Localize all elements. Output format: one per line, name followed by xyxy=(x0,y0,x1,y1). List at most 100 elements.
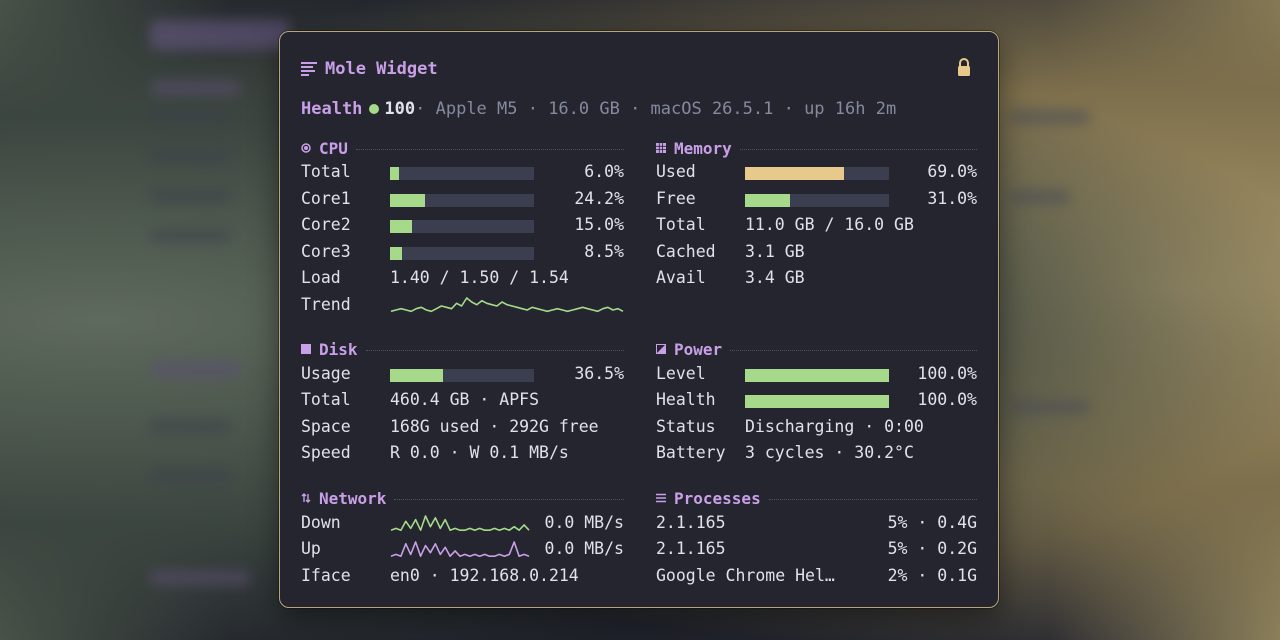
list-icon xyxy=(656,493,666,503)
network-section-header: Network xyxy=(301,488,624,508)
memory-section-header: Memory xyxy=(656,138,977,158)
row-label: Core1 xyxy=(301,189,351,208)
process-stats: 5% · 0.4G xyxy=(887,513,977,532)
sparkline-path xyxy=(390,515,530,532)
divider xyxy=(394,498,624,500)
system-info: · Apple M5 · 16.0 GB · macOS 26.5.1 · up… xyxy=(415,99,897,119)
memory-free-bar xyxy=(745,194,889,207)
health-score: 100 xyxy=(384,99,416,119)
memory-row-free: Free 31.0% xyxy=(656,189,977,211)
cpu-row-core2: Core2 15.0% xyxy=(301,215,624,237)
row-label: Speed xyxy=(301,443,351,462)
network-row-iface: Iface en0 · 192.168.0.214 xyxy=(301,566,624,588)
power-row-health: Health 100.0% xyxy=(656,390,977,412)
divider xyxy=(365,349,624,351)
row-value: 8.5% xyxy=(584,242,624,261)
disk-row-space: Space 168G used · 292G free xyxy=(301,417,624,439)
network-up-sparkline xyxy=(390,541,530,558)
row-label: Space xyxy=(301,417,351,436)
row-value: 3 cycles · 30.2°C xyxy=(745,443,914,462)
row-label: Free xyxy=(656,189,696,208)
processes-title: Processes xyxy=(674,488,761,508)
power-section-header: Power xyxy=(656,339,977,359)
row-value: 168G used · 292G free xyxy=(390,417,599,436)
row-value: 15.0% xyxy=(574,215,624,234)
row-label: Usage xyxy=(301,364,351,383)
row-label: Status xyxy=(656,417,716,436)
row-label: Total xyxy=(301,162,351,181)
process-row[interactable]: 2.1.165 5% · 0.2G xyxy=(656,539,977,561)
row-label: Iface xyxy=(301,566,351,585)
row-label: Trend xyxy=(301,295,351,314)
power-icon xyxy=(656,344,666,354)
row-value: 24.2% xyxy=(574,189,624,208)
row-value: 1.40 / 1.50 / 1.54 xyxy=(390,268,569,287)
memory-row-total: Total 11.0 GB / 16.0 GB xyxy=(656,215,977,237)
cpu-row-total: Total 6.0% xyxy=(301,162,624,184)
power-title: Power xyxy=(674,339,723,359)
process-stats: 5% · 0.2G xyxy=(887,539,977,558)
process-name: Google Chrome Hel… xyxy=(656,566,835,585)
widget-title: Mole Widget xyxy=(301,59,438,79)
row-value: 36.5% xyxy=(574,364,624,383)
cpu-icon xyxy=(301,143,311,153)
cpu-row-core1: Core1 24.2% xyxy=(301,189,624,211)
memory-row-cached: Cached 3.1 GB xyxy=(656,242,977,264)
row-label: Down xyxy=(301,513,341,532)
cpu-title: CPU xyxy=(319,138,348,158)
row-value: 69.0% xyxy=(927,162,977,181)
row-label: Up xyxy=(301,539,321,558)
cpu-row-load: Load 1.40 / 1.50 / 1.54 xyxy=(301,268,624,290)
disk-row-total: Total 460.4 GB · APFS xyxy=(301,390,624,412)
processes-section-header: Processes xyxy=(656,488,977,508)
health-status-dot xyxy=(369,104,380,114)
memory-row-used: Used 69.0% xyxy=(656,162,977,184)
network-row-down: Down 0.0 MB/s xyxy=(301,513,624,535)
lock-icon[interactable] xyxy=(956,57,972,77)
row-value: Discharging · 0:00 xyxy=(745,417,924,436)
disk-row-usage: Usage 36.5% xyxy=(301,364,624,386)
cpu-trend-sparkline xyxy=(390,297,624,313)
disk-title: Disk xyxy=(319,339,358,359)
row-value: 100.0% xyxy=(917,364,977,383)
row-label: Core3 xyxy=(301,242,351,261)
power-level-bar xyxy=(745,369,889,382)
row-label: Core2 xyxy=(301,215,351,234)
power-health-bar xyxy=(745,395,889,408)
network-down-sparkline xyxy=(390,515,530,532)
widget-title-text: Mole Widget xyxy=(325,59,438,79)
row-value: 3.4 GB xyxy=(745,268,805,287)
process-row[interactable]: 2.1.165 5% · 0.4G xyxy=(656,513,977,535)
process-row[interactable]: Google Chrome Hel… 2% · 0.1G xyxy=(656,566,977,588)
divider xyxy=(730,349,977,351)
memory-title: Memory xyxy=(674,138,732,158)
process-name: 2.1.165 xyxy=(656,539,726,558)
row-label: Battery xyxy=(656,443,726,462)
sparkline-path xyxy=(390,541,530,558)
power-row-level: Level 100.0% xyxy=(656,364,977,386)
power-row-status: Status Discharging · 0:00 xyxy=(656,417,977,439)
memory-used-bar xyxy=(745,167,889,180)
network-title: Network xyxy=(319,488,387,508)
health-summary: Health 100 · Apple M5 · 16.0 GB · macOS … xyxy=(301,99,896,119)
row-label: Total xyxy=(656,215,706,234)
network-row-up: Up 0.0 MB/s xyxy=(301,539,624,561)
process-name: 2.1.165 xyxy=(656,513,726,532)
divider xyxy=(768,498,977,500)
cpu-section-header: CPU xyxy=(301,138,624,158)
cpu-row-trend: Trend xyxy=(301,295,624,317)
memory-row-avail: Avail 3.4 GB xyxy=(656,268,977,290)
cpu-core2-bar xyxy=(390,220,534,233)
row-value: 11.0 GB / 16.0 GB xyxy=(745,215,914,234)
row-value: R 0.0 · W 0.1 MB/s xyxy=(390,443,569,462)
row-value: 0.0 MB/s xyxy=(544,513,624,532)
sparkline-path xyxy=(390,297,624,313)
row-label: Health xyxy=(656,390,716,409)
mole-widget: Mole Widget Health 100 · Apple M5 · 16.0… xyxy=(279,31,999,608)
disk-icon xyxy=(301,344,311,354)
row-value: 460.4 GB · APFS xyxy=(390,390,540,409)
row-value: 100.0% xyxy=(917,390,977,409)
cpu-total-bar xyxy=(390,167,534,180)
row-value: 31.0% xyxy=(927,189,977,208)
row-label: Used xyxy=(656,162,696,181)
